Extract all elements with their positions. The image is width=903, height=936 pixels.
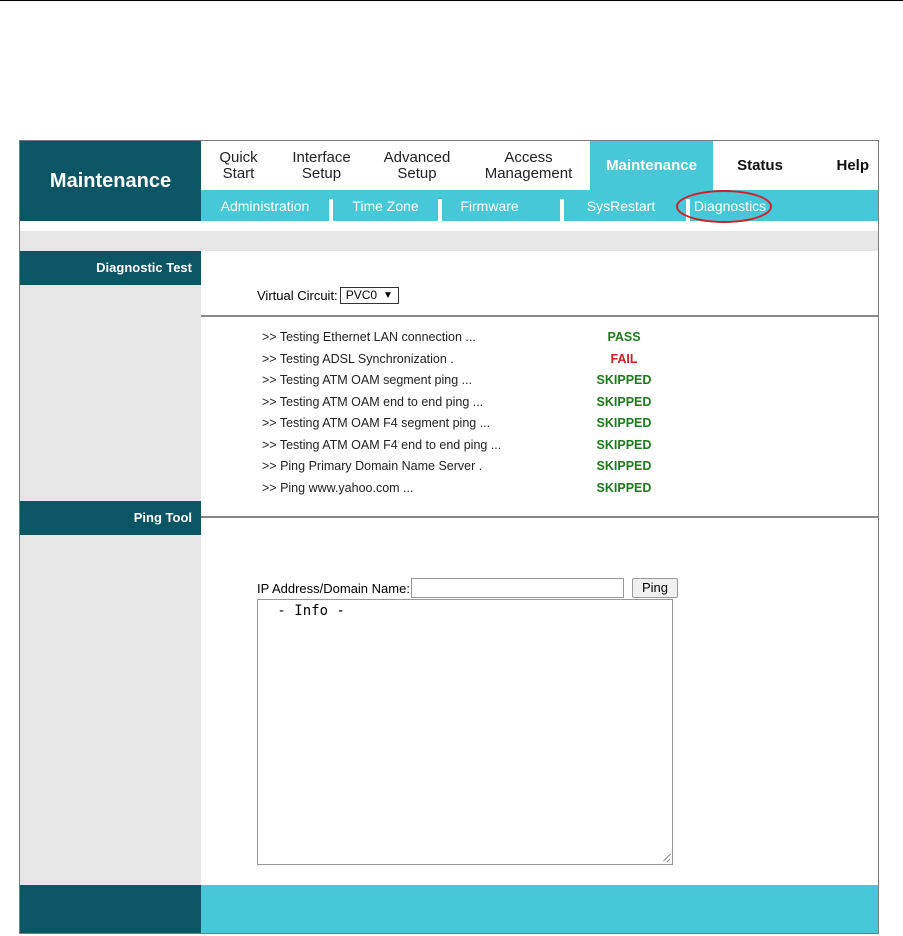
- tab-access-management[interactable]: Access Management: [467, 141, 590, 190]
- header-spacer-bar: [20, 231, 878, 251]
- tab-help[interactable]: Help: [807, 141, 878, 190]
- test-result: PASS: [607, 330, 641, 344]
- test-result: FAIL: [610, 352, 638, 366]
- diagnostics-highlight-ring: [676, 190, 772, 223]
- test-row: >> Testing Ethernet LAN connection ... P…: [262, 330, 642, 350]
- test-row: >> Ping Primary Domain Name Server . SKI…: [262, 459, 651, 479]
- test-row: >> Testing ATM OAM segment ping ... SKIP…: [262, 373, 651, 393]
- test-row: >> Testing ATM OAM end to end ping ... S…: [262, 395, 651, 415]
- test-label: >> Testing ATM OAM segment ping ...: [262, 373, 473, 387]
- ip-address-row: IP Address/Domain Name: Ping: [257, 578, 678, 598]
- subtab-time-zone[interactable]: Time Zone: [333, 195, 438, 221]
- test-result: SKIPPED: [596, 373, 652, 387]
- test-result: SKIPPED: [596, 416, 652, 430]
- section-label-ping-tool: Ping Tool: [20, 501, 201, 535]
- ping-info-textarea[interactable]: - Info -: [257, 599, 673, 865]
- test-row: >> Ping www.yahoo.com ... SKIPPED: [262, 481, 651, 501]
- footer-left-bar: [20, 885, 201, 933]
- test-row: >> Testing ATM OAM F4 end to end ping ..…: [262, 438, 651, 458]
- virtual-circuit-select[interactable]: PVC0 ▼: [339, 287, 399, 304]
- sub-nav: Administration Time Zone Firmware SysRes…: [201, 190, 878, 223]
- divider: [201, 516, 878, 518]
- tab-status[interactable]: Status: [713, 141, 807, 190]
- test-label: >> Ping www.yahoo.com ...: [262, 481, 414, 495]
- tab-quick-start[interactable]: Quick Start: [201, 141, 276, 190]
- virtual-circuit-row: Virtual Circuit: PVC0 ▼: [257, 287, 399, 304]
- virtual-circuit-label: Virtual Circuit:: [257, 288, 338, 303]
- ping-button[interactable]: Ping: [631, 578, 678, 598]
- test-row: >> Testing ATM OAM F4 segment ping ... S…: [262, 416, 651, 436]
- test-label: >> Testing Ethernet LAN connection ...: [262, 330, 476, 344]
- tab-interface-setup[interactable]: Interface Setup: [276, 141, 367, 190]
- test-row: >> Testing ADSL Synchronization . FAIL: [262, 352, 642, 372]
- virtual-circuit-value: PVC0: [345, 288, 378, 302]
- tab-maintenance[interactable]: Maintenance: [590, 141, 713, 190]
- ip-address-input[interactable]: [410, 578, 624, 598]
- divider: [201, 315, 878, 317]
- test-label: >> Testing ADSL Synchronization .: [262, 352, 454, 366]
- subtab-sysrestart[interactable]: SysRestart: [564, 195, 678, 221]
- ip-address-label: IP Address/Domain Name:: [257, 580, 410, 596]
- resize-grip-icon[interactable]: [662, 854, 670, 862]
- test-result: SKIPPED: [596, 395, 652, 409]
- test-label: >> Testing ATM OAM end to end ping ...: [262, 395, 484, 409]
- main-nav: Quick Start Interface Setup Advanced Set…: [201, 141, 878, 190]
- left-column: [20, 251, 201, 885]
- router-admin-page: Maintenance Quick Start Interface Setup …: [19, 140, 879, 934]
- top-rule: [0, 0, 903, 1]
- test-result: SKIPPED: [596, 459, 652, 473]
- dropdown-arrow-icon: ▼: [383, 290, 393, 301]
- test-label: >> Testing ATM OAM F4 end to end ping ..…: [262, 438, 502, 452]
- test-result: SKIPPED: [596, 481, 652, 495]
- test-result: SKIPPED: [596, 438, 652, 452]
- test-label: >> Testing ATM OAM F4 segment ping ...: [262, 416, 491, 430]
- test-label: >> Ping Primary Domain Name Server .: [262, 459, 483, 473]
- tab-advanced-setup[interactable]: Advanced Setup: [367, 141, 467, 190]
- page-brand-title: Maintenance: [20, 141, 201, 221]
- footer-right-bar: [201, 885, 878, 933]
- subtab-firmware[interactable]: Firmware: [442, 195, 537, 221]
- ping-info-text: - Info -: [269, 603, 345, 619]
- subtab-administration[interactable]: Administration: [201, 195, 329, 221]
- section-label-diagnostic-test: Diagnostic Test: [20, 251, 201, 285]
